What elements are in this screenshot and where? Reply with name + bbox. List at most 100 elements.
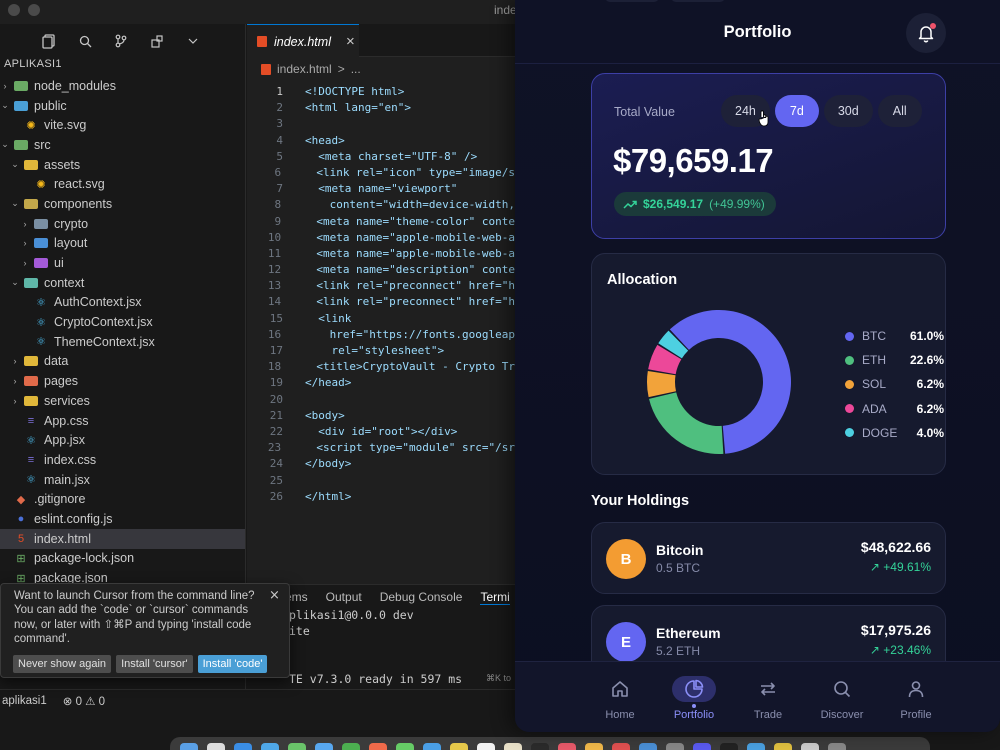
tree-folder[interactable]: ⌄ context bbox=[0, 273, 245, 293]
close-window-button[interactable] bbox=[8, 4, 20, 16]
breadcrumb-more[interactable]: ... bbox=[351, 62, 361, 76]
source-control-icon[interactable] bbox=[112, 32, 130, 50]
allocation-legend: BTC 61.0% ETH 22.6% SOL 6.2% ADA 6.2% DOGE 4.0% bbox=[845, 324, 944, 445]
holding-card-bitcoin[interactable]: B Bitcoin 0.5 BTC $48,622.66 ↗ +49.61% bbox=[591, 522, 946, 594]
tree-item-label: public bbox=[34, 98, 67, 113]
close-icon[interactable]: × bbox=[346, 33, 355, 50]
search-icon[interactable] bbox=[76, 32, 94, 50]
dock-app-icon[interactable] bbox=[720, 743, 738, 750]
dock-app-icon[interactable] bbox=[288, 743, 306, 750]
tab-index-html[interactable]: index.html × bbox=[247, 24, 359, 58]
panel-tab-output[interactable]: Output bbox=[326, 590, 362, 604]
range-all-button[interactable]: All bbox=[877, 95, 922, 127]
tree-folder[interactable]: › services bbox=[0, 391, 245, 411]
install-code-button[interactable]: Install 'code' bbox=[197, 655, 268, 673]
nav-discover[interactable]: Discover bbox=[805, 662, 879, 732]
nav-home[interactable]: Home bbox=[583, 662, 657, 732]
tree-file[interactable]: ⚛ ThemeContext.jsx bbox=[0, 332, 245, 352]
dock-app-icon[interactable] bbox=[747, 743, 765, 750]
chevron-down-icon: ⌄ bbox=[11, 159, 19, 170]
dock-app-icon[interactable] bbox=[612, 743, 630, 750]
tree-file[interactable]: ◆ .gitignore bbox=[0, 489, 245, 509]
chevron-down-icon: ⌄ bbox=[11, 277, 19, 288]
dock-app-icon[interactable] bbox=[207, 743, 225, 750]
dock-app-icon[interactable] bbox=[774, 743, 792, 750]
extensions-icon[interactable] bbox=[148, 32, 166, 50]
dock-app-icon[interactable] bbox=[234, 743, 252, 750]
tree-folder[interactable]: › pages bbox=[0, 371, 245, 391]
dock-app-icon[interactable] bbox=[396, 743, 414, 750]
header-pill bbox=[605, 0, 659, 2]
dock-app-icon[interactable] bbox=[450, 743, 468, 750]
status-problems[interactable]: ⊗ 0 ⚠ 0 bbox=[63, 694, 105, 708]
range-30d-button[interactable]: 30d bbox=[823, 95, 873, 127]
dock-app-icon[interactable] bbox=[558, 743, 576, 750]
close-icon[interactable]: × bbox=[269, 588, 280, 603]
dock-app-icon[interactable] bbox=[639, 743, 657, 750]
tree-folder[interactable]: ⌄ components bbox=[0, 194, 245, 214]
dock-app-icon[interactable] bbox=[585, 743, 603, 750]
tree-file[interactable]: ≡ index.css bbox=[0, 450, 245, 470]
code-line: 16 href="https://fonts.googleap bbox=[247, 327, 515, 343]
never-show-again-button[interactable]: Never show again bbox=[13, 655, 112, 673]
chevron-down-icon[interactable] bbox=[184, 32, 202, 50]
coin-avatar: B bbox=[606, 539, 646, 579]
code-text: rel="stylesheet"> bbox=[305, 344, 445, 357]
notifications-button[interactable] bbox=[906, 13, 946, 53]
install-cursor-button[interactable]: Install 'cursor' bbox=[116, 655, 193, 673]
tree-file[interactable]: ⚛ CryptoContext.jsx bbox=[0, 312, 245, 332]
nav-profile[interactable]: Profile bbox=[879, 662, 953, 732]
tree-file[interactable]: 5 index.html bbox=[0, 528, 245, 549]
dock-app-icon[interactable] bbox=[369, 743, 387, 750]
file-icon: ● bbox=[17, 512, 25, 525]
breadcrumb-file[interactable]: index.html bbox=[277, 62, 332, 76]
dock-app-icon[interactable] bbox=[261, 743, 279, 750]
dock-app-icon[interactable] bbox=[342, 743, 360, 750]
dock-app-icon[interactable] bbox=[477, 743, 495, 750]
nav-portfolio[interactable]: Portfolio bbox=[657, 662, 731, 732]
panel-tab-debug-console[interactable]: Debug Console bbox=[380, 590, 463, 604]
files-icon[interactable] bbox=[40, 32, 58, 50]
tree-folder[interactable]: › data bbox=[0, 352, 245, 372]
dock-app-icon[interactable] bbox=[828, 743, 846, 750]
tree-file[interactable]: ⊞ package-lock.json bbox=[0, 549, 245, 569]
dock-app-icon[interactable] bbox=[666, 743, 684, 750]
line-number: 10 bbox=[267, 230, 282, 244]
holdings-title: Your Holdings bbox=[591, 493, 690, 509]
minimize-window-button[interactable] bbox=[28, 4, 40, 16]
tree-file[interactable]: ✺ vite.svg bbox=[0, 115, 245, 135]
tree-file[interactable]: ⚛ AuthContext.jsx bbox=[0, 293, 245, 313]
tree-file[interactable]: ⚛ main.jsx bbox=[0, 470, 245, 490]
panel-tab-terminal[interactable]: Termi bbox=[480, 590, 510, 605]
dock-app-icon[interactable] bbox=[801, 743, 819, 750]
tree-item-label: vite.svg bbox=[44, 118, 87, 133]
status-workspace[interactable]: aplikasi1 bbox=[2, 695, 47, 707]
folder-icon bbox=[24, 356, 38, 367]
tree-file[interactable]: ≡ App.css bbox=[0, 411, 245, 431]
tree-folder[interactable]: › crypto bbox=[0, 214, 245, 234]
tree-file[interactable]: ● eslint.config.js bbox=[0, 509, 245, 529]
dock-app-icon[interactable] bbox=[315, 743, 333, 750]
nav-trade[interactable]: Trade bbox=[731, 662, 805, 732]
tree-folder[interactable]: ⌄ src bbox=[0, 135, 245, 155]
code-text: content="width=device-width, bbox=[303, 198, 515, 212]
tree-folder[interactable]: › ui bbox=[0, 253, 245, 273]
range-7d-button[interactable]: 7d bbox=[774, 95, 819, 127]
tree-file[interactable]: ⚛ App.jsx bbox=[0, 430, 245, 450]
tree-folder[interactable]: ⌄ assets bbox=[0, 155, 245, 175]
tree-folder[interactable]: › layout bbox=[0, 234, 245, 254]
dock-app-icon[interactable] bbox=[423, 743, 441, 750]
terminal-output[interactable]: plikasi1@0.0.0 dev ite TE v7.3.0 ready i… bbox=[289, 607, 462, 687]
tree-file[interactable]: ✺ react.svg bbox=[0, 174, 245, 194]
dock-app-icon[interactable] bbox=[531, 743, 549, 750]
dock-app-icon[interactable] bbox=[180, 743, 198, 750]
code-line: 7 <meta name="viewport" bbox=[247, 181, 515, 197]
dock-app-icon[interactable] bbox=[693, 743, 711, 750]
explorer-root-label[interactable]: APLIKASI1 bbox=[4, 58, 62, 70]
dock-app-icon[interactable] bbox=[504, 743, 522, 750]
line-number: 8 bbox=[274, 198, 282, 212]
code-view[interactable]: 1 <!DOCTYPE html> 2 <html lang="en"> 3 4 <head… bbox=[247, 84, 515, 505]
tree-item-label: .gitignore bbox=[34, 492, 86, 507]
tree-folder[interactable]: › node_modules bbox=[0, 76, 245, 96]
tree-folder[interactable]: ⌄ public bbox=[0, 96, 245, 116]
